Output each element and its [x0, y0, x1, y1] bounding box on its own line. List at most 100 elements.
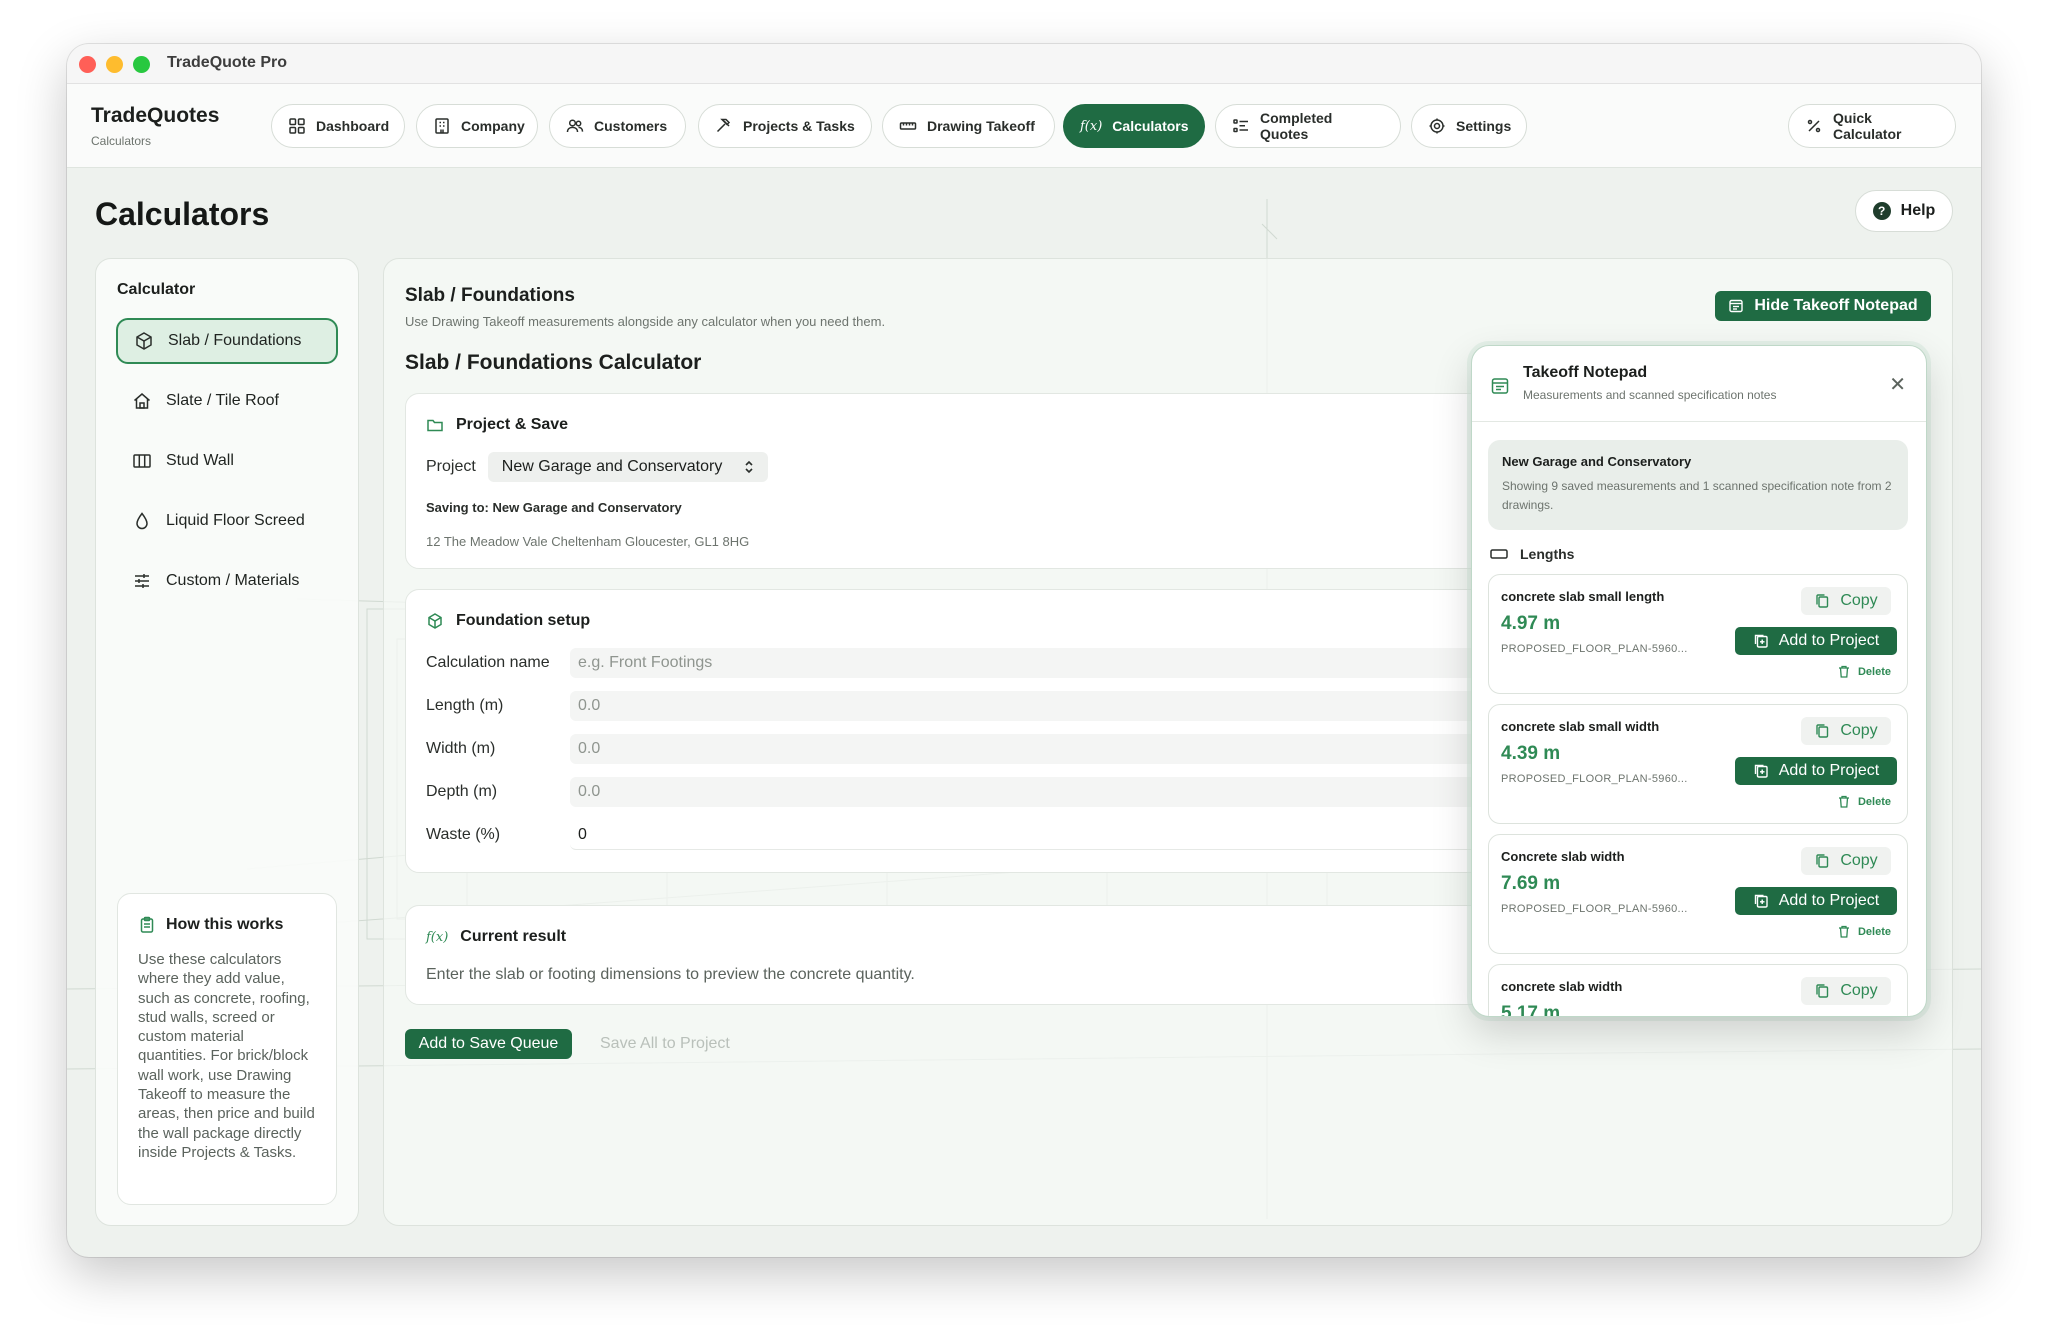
measurement-source: PROPOSED_FLOOR_PLAN-5960... — [1501, 773, 1688, 785]
nav-label: Settings — [1456, 118, 1512, 134]
project-select[interactable]: New Garage and Conservatory — [487, 452, 769, 482]
help-button[interactable]: ? Help — [1855, 190, 1953, 232]
notepad-title: Takeoff Notepad — [1523, 364, 1648, 381]
nav-label: Calculators — [1112, 118, 1189, 134]
depth-label: Depth (m) — [426, 783, 498, 800]
how-this-works-title: How this works — [166, 916, 284, 933]
width-input[interactable] — [570, 734, 1536, 764]
copy-label: Copy — [1840, 982, 1878, 999]
length-row: Length (m) — [426, 691, 1536, 721]
sliders-icon — [135, 574, 149, 588]
nav-dashboard[interactable]: Dashboard — [271, 104, 405, 148]
app-window: TradeQuote Pro TradeQuotes Calculators D… — [67, 44, 1981, 1257]
nav-settings[interactable]: Settings — [1411, 104, 1527, 148]
gear-icon — [1429, 118, 1445, 134]
close-icon[interactable]: ✕ — [1889, 372, 1906, 397]
notepad-icon — [1491, 378, 1509, 394]
copy-icon — [1816, 724, 1829, 738]
project-label: Project — [426, 458, 476, 475]
length-label: Length (m) — [426, 697, 504, 714]
measurement-name: concrete slab width — [1501, 979, 1623, 994]
trash-icon — [1838, 925, 1849, 938]
delete-button[interactable]: Delete — [1838, 665, 1891, 678]
add-to-project-button[interactable]: Add to Project — [1735, 627, 1897, 655]
nav-label: Projects & Tasks — [743, 118, 855, 134]
percent-icon — [1807, 119, 1821, 133]
sidebar-item-label: Slab / Foundations — [168, 332, 302, 349]
calculation-name-input[interactable] — [570, 648, 1536, 678]
nav-label: Customers — [594, 118, 668, 134]
sidebar-item-label: Custom / Materials — [166, 572, 300, 589]
takeoff-notepad-panel: Takeoff Notepad Measurements and scanned… — [1471, 345, 1927, 1017]
sidebar-item-slab-foundations[interactable]: Slab / Foundations — [116, 318, 338, 364]
sidebar-title: Calculator — [117, 281, 196, 298]
sidebar-item-liquid-floor-screed[interactable]: Liquid Floor Screed — [116, 498, 338, 544]
building-icon — [435, 118, 449, 134]
nav-calculators[interactable]: f(x) Calculators — [1063, 104, 1205, 148]
copy-button[interactable]: Copy — [1801, 847, 1891, 875]
add-document-icon — [1754, 634, 1768, 648]
quick-calculator-button[interactable]: Quick Calculator — [1788, 104, 1956, 148]
copy-label: Copy — [1840, 852, 1878, 869]
length-input[interactable] — [570, 691, 1536, 721]
measurement-value: 4.39 m — [1501, 743, 1561, 764]
lengths-section-header: Lengths — [1490, 546, 1574, 562]
trash-icon — [1838, 795, 1849, 808]
house-icon — [134, 393, 150, 409]
measurement-card: Concrete slab width 7.69 m PROPOSED_FLOO… — [1488, 834, 1908, 954]
add-to-project-label: Add to Project — [1778, 632, 1880, 649]
function-icon: f(x) — [426, 929, 449, 945]
current-result-text: Enter the slab or footing dimensions to … — [426, 966, 915, 983]
nav-label: Completed Quotes — [1260, 110, 1333, 142]
foundation-setup-title: Foundation setup — [456, 612, 591, 629]
add-to-project-button[interactable]: Add to Project — [1735, 887, 1897, 915]
calculation-name-row: Calculation name — [426, 648, 1536, 678]
people-icon — [566, 119, 584, 133]
add-to-project-button[interactable]: Add to Project — [1735, 757, 1897, 785]
folder-icon — [427, 419, 443, 432]
nav-projects-tasks[interactable]: Projects & Tasks — [698, 104, 872, 148]
project-address: 12 The Meadow Vale Cheltenham Gloucester… — [426, 534, 750, 549]
add-to-save-queue-button[interactable]: Add to Save Queue — [405, 1029, 572, 1059]
checklist-icon — [1233, 119, 1248, 133]
section-subtitle: Use Drawing Takeoff measurements alongsi… — [405, 314, 886, 329]
sidebar-item-slate-tile-roof[interactable]: Slate / Tile Roof — [116, 378, 338, 424]
cube-icon — [428, 613, 442, 629]
add-document-icon — [1754, 764, 1768, 778]
sidebar-item-custom-materials[interactable]: Custom / Materials — [116, 558, 338, 604]
zoom-window-button[interactable] — [133, 56, 150, 73]
how-this-works-card: How this works Use these calculators whe… — [117, 893, 337, 1205]
nav-company[interactable]: Company — [416, 104, 538, 148]
depth-row: Depth (m) — [426, 777, 1536, 807]
measurement-value: 7.69 m — [1501, 873, 1561, 894]
sidebar-item-label: Stud Wall — [166, 452, 234, 469]
copy-button[interactable]: Copy — [1801, 717, 1891, 745]
notepad-header: Takeoff Notepad Measurements and scanned… — [1472, 346, 1926, 422]
waste-input[interactable] — [570, 820, 1536, 850]
depth-input[interactable] — [570, 777, 1536, 807]
copy-button[interactable]: Copy — [1801, 977, 1891, 1005]
copy-icon — [1816, 594, 1829, 608]
delete-button[interactable]: Delete — [1838, 925, 1891, 938]
measurement-source: PROPOSED_FLOOR_PLAN-5960... — [1501, 643, 1688, 655]
width-label: Width (m) — [426, 740, 496, 757]
measurement-value: 4.97 m — [1501, 613, 1561, 634]
width-row: Width (m) — [426, 734, 1536, 764]
clipboard-icon — [140, 916, 154, 933]
close-window-button[interactable] — [79, 56, 96, 73]
nav-completed-quotes[interactable]: Completed Quotes — [1215, 104, 1401, 148]
nav-drawing-takeoff[interactable]: Drawing Takeoff — [882, 104, 1055, 148]
hide-takeoff-notepad-button[interactable]: Hide Takeoff Notepad — [1715, 291, 1931, 321]
delete-button[interactable]: Delete — [1838, 795, 1891, 808]
copy-icon — [1816, 984, 1829, 998]
waste-row: Waste (%) — [426, 820, 1536, 850]
brand: TradeQuotes Calculators — [91, 104, 219, 148]
save-all-to-project-button[interactable]: Save All to Project — [600, 1035, 730, 1053]
summary-description: Showing 9 saved measurements and 1 scann… — [1502, 479, 1892, 512]
copy-button[interactable]: Copy — [1801, 587, 1891, 615]
sidebar-item-label: Slate / Tile Roof — [166, 392, 279, 409]
nav-customers[interactable]: Customers — [549, 104, 686, 148]
minimize-window-button[interactable] — [106, 56, 123, 73]
sidebar-item-stud-wall[interactable]: Stud Wall — [116, 438, 338, 484]
help-icon: ? — [1872, 202, 1891, 220]
